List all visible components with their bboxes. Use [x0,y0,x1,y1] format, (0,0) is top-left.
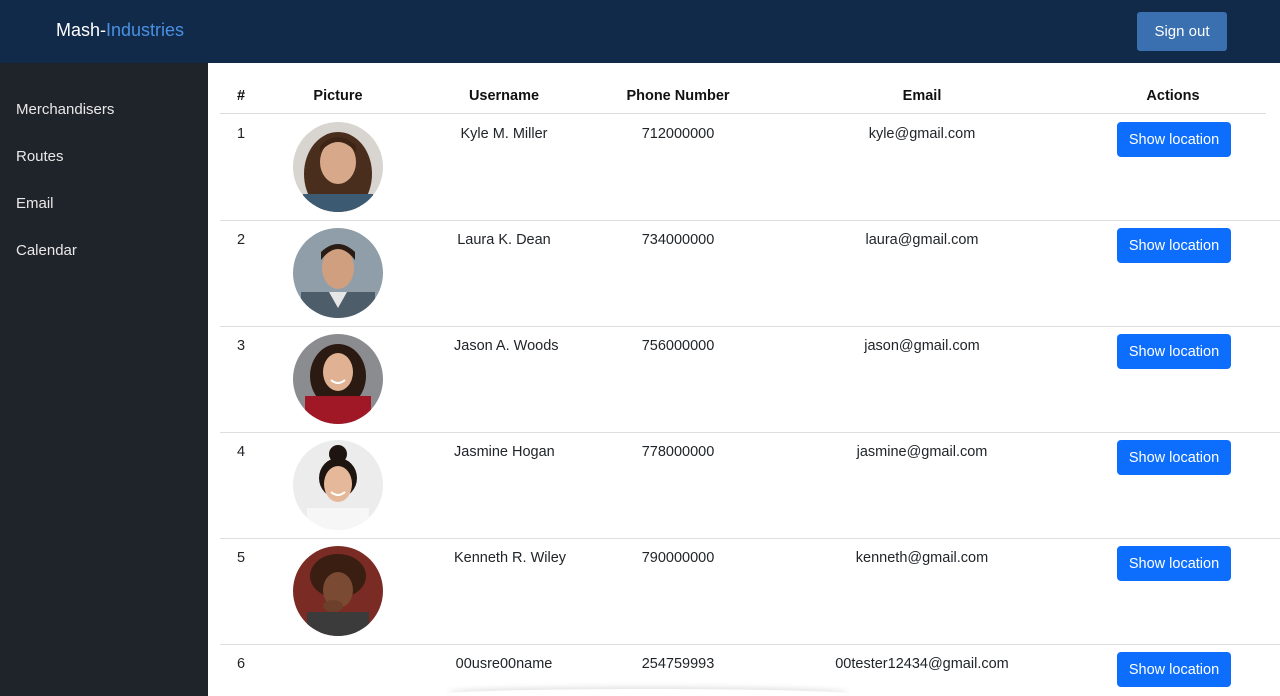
email-cell: kenneth@gmail.com [855,550,989,566]
show-location-button[interactable]: Show location [1117,546,1231,581]
avatar [293,228,383,318]
show-location-button[interactable]: Show location [1117,652,1231,687]
avatar [293,122,383,212]
email-cell: jason@gmail.com [864,338,980,354]
sidebar-item-calendar[interactable]: Calendar [16,242,77,259]
avatar [293,440,383,530]
sidebar-item-routes[interactable]: Routes [16,148,64,165]
column-header-username: Username [468,88,540,104]
sidebar-item-merchandisers[interactable]: Merchandisers [16,101,114,118]
username-cell: 00usre00name [455,656,553,672]
phone-cell: 756000000 [641,338,715,354]
email-cell: jasmine@gmail.com [856,444,988,460]
header-divider [220,113,1266,114]
avatar-image [293,440,383,530]
email-cell: laura@gmail.com [865,232,979,248]
column-header-picture: Picture [313,88,363,104]
brand-prefix: Mash- [56,20,107,40]
row-number: 1 [237,126,246,142]
row-divider [220,326,1280,327]
phone-cell: 712000000 [641,126,715,142]
avatar [293,334,383,424]
phone-cell: 734000000 [641,232,715,248]
column-header-actions: Actions [1146,88,1200,104]
sidebar: Merchandisers Routes Email Calendar [0,63,208,696]
username-cell: Jasmine Hogan [454,444,555,460]
brand-logo[interactable]: Mash-Industries [56,20,184,41]
row-number: 3 [237,338,246,354]
row-divider [220,538,1280,539]
phone-cell: 254759993 [641,656,715,672]
row-number: 4 [237,444,246,460]
show-location-button[interactable]: Show location [1117,334,1231,369]
avatar-image [293,122,383,212]
avatar-image [293,546,383,636]
show-location-button[interactable]: Show location [1117,122,1231,157]
email-cell: 00tester12434@gmail.com [835,656,1009,672]
sidebar-item-email[interactable]: Email [16,195,54,212]
row-number: 2 [237,232,246,248]
username-cell: Kyle M. Miller [460,126,548,142]
column-header-phone: Phone Number [626,88,730,104]
phone-cell: 790000000 [641,550,715,566]
row-divider [220,644,1280,645]
username-cell: Laura K. Dean [457,232,551,248]
show-location-button[interactable]: Show location [1117,228,1231,263]
scroll-shadow [448,689,848,696]
row-divider [220,432,1280,433]
username-cell: Jason A. Woods [454,338,559,354]
row-number: 5 [237,550,246,566]
avatar [293,546,383,636]
top-navbar: Mash-Industries Sign out [0,0,1280,63]
column-header-email: Email [902,88,942,104]
avatar-image [293,228,383,318]
sign-out-button[interactable]: Sign out [1137,12,1227,51]
username-cell: Kenneth R. Wiley [454,550,567,566]
show-location-button[interactable]: Show location [1117,440,1231,475]
column-header-number: # [237,88,246,104]
users-table: # Picture Username Phone Number Email Ac… [208,63,1280,696]
row-number: 6 [237,656,246,672]
row-divider [220,220,1280,221]
avatar-image [293,334,383,424]
phone-cell: 778000000 [641,444,715,460]
email-cell: kyle@gmail.com [868,126,976,142]
brand-suffix: Industries [106,20,185,40]
